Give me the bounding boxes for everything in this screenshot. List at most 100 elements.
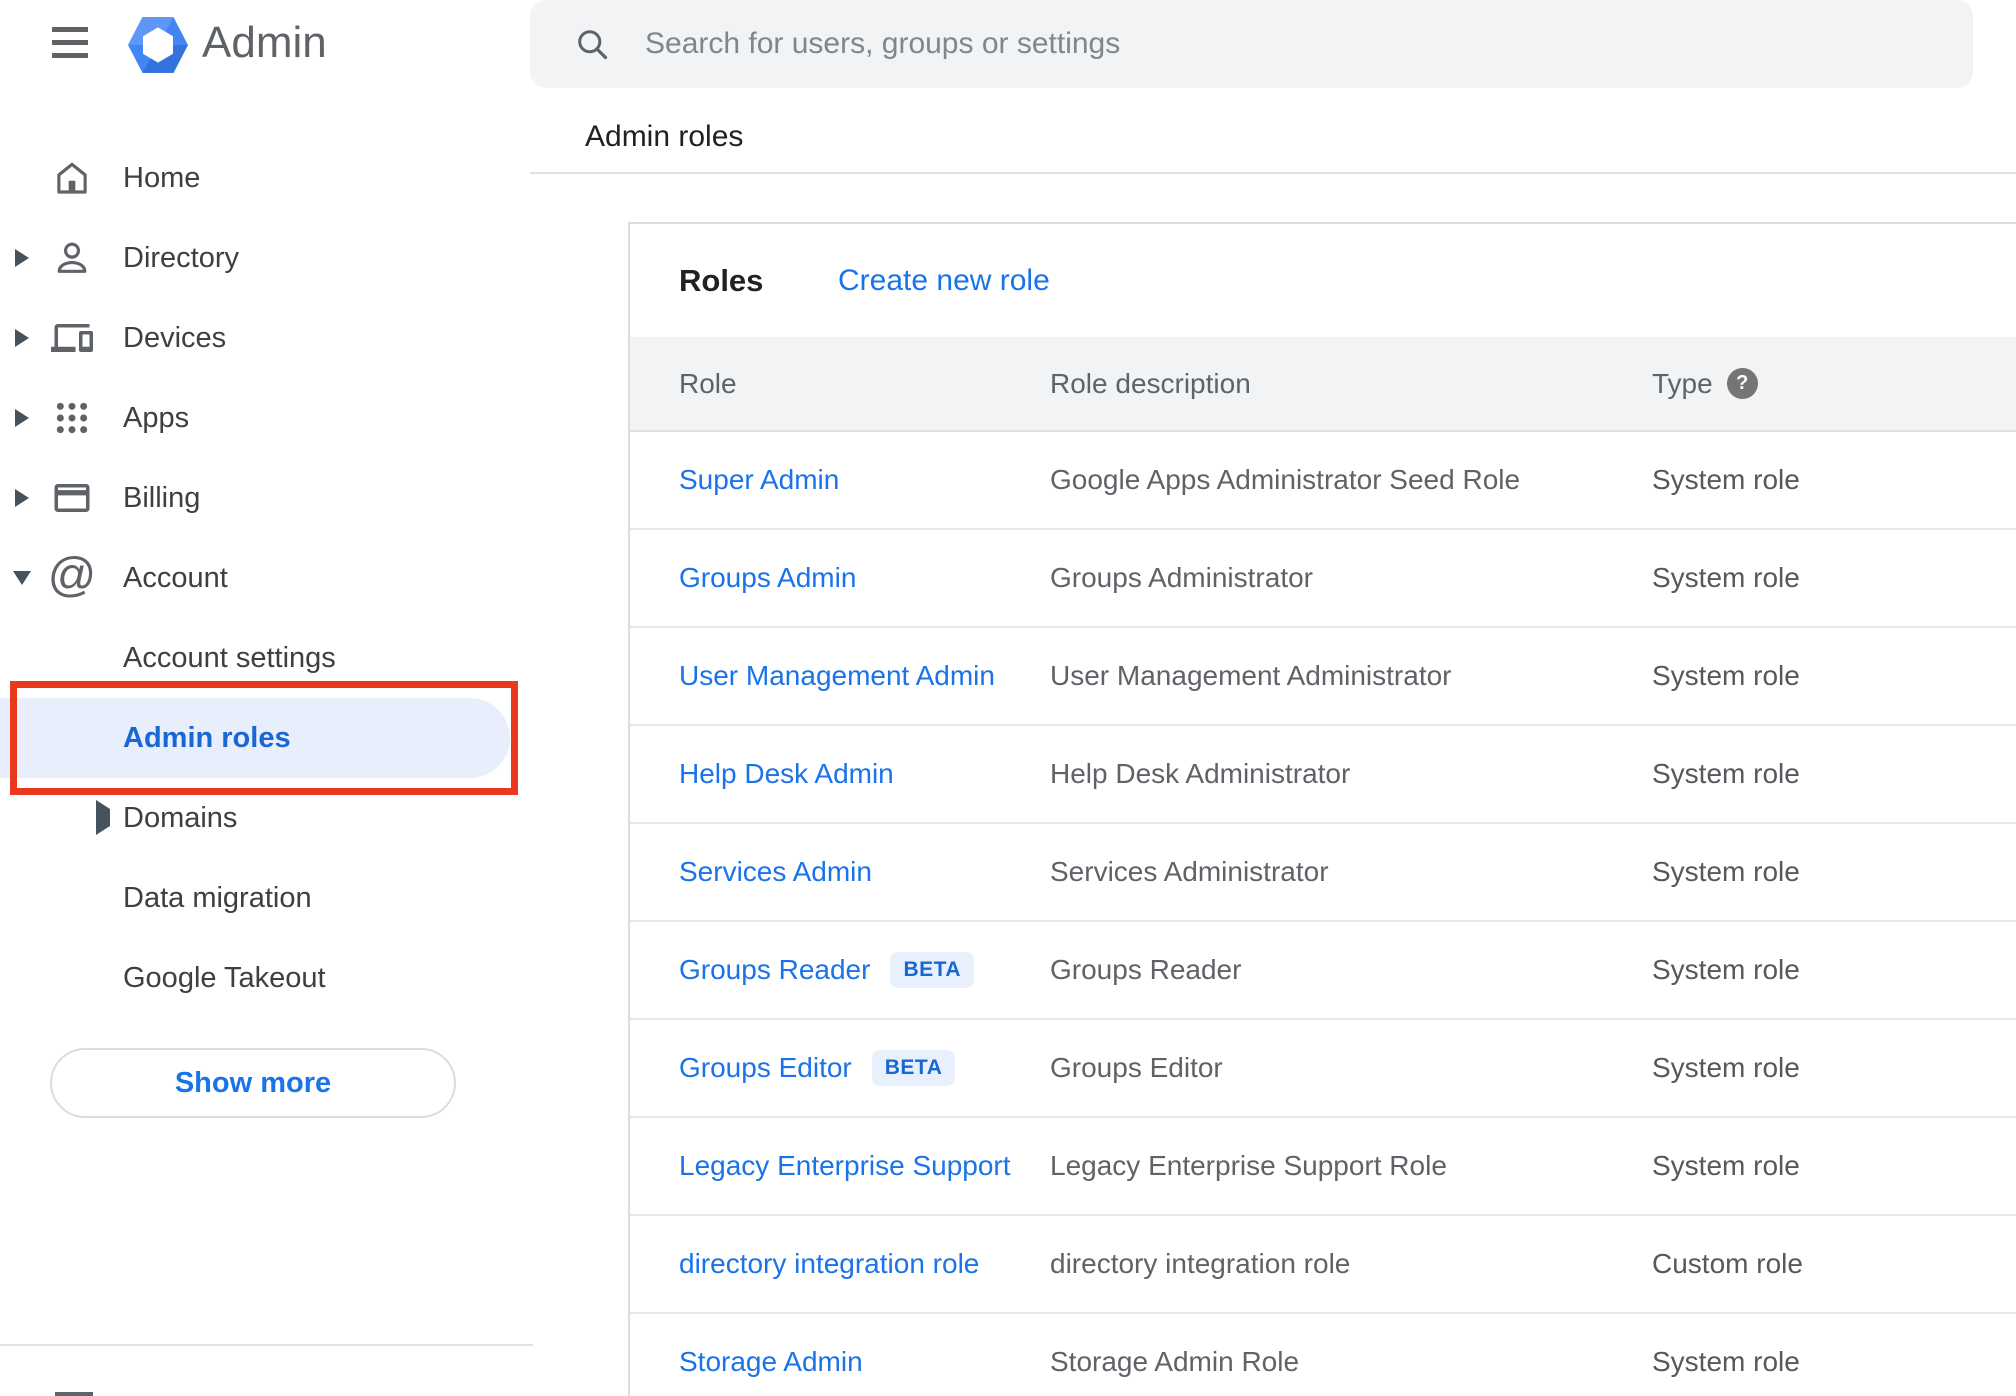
table-row: Groups Admin Groups Administrator System r… <box>630 530 2016 628</box>
role-link[interactable]: Services Admin <box>679 856 872 888</box>
sidebar-nav: Home Directory Devices Apps Billing @ Account A… <box>0 138 533 1018</box>
search-icon <box>574 26 610 67</box>
chevron-right-icon[interactable] <box>0 329 44 347</box>
role-type-cell: System role <box>1652 954 1800 985</box>
chevron-right-icon[interactable] <box>0 409 44 427</box>
apps-grid-icon <box>44 398 100 438</box>
create-new-role-link[interactable]: Create new role <box>838 264 1050 298</box>
role-type-cell: Custom role <box>1652 1248 1803 1279</box>
sidebar-item-apps[interactable]: Apps <box>0 378 533 458</box>
chevron-right-icon[interactable] <box>0 249 44 267</box>
sidebar-subitem-data-migration[interactable]: Data migration <box>0 858 533 938</box>
role-cell: Groups Admin <box>679 562 856 594</box>
chevron-right-icon[interactable] <box>0 489 44 507</box>
column-header-role: Role <box>679 367 737 399</box>
role-cell: directory integration role <box>679 1248 979 1280</box>
role-type-cell: System role <box>1652 1052 1800 1083</box>
sidebar-subitem-label: Domains <box>123 801 238 834</box>
sidebar-item-label: Home <box>123 161 201 194</box>
table-row: Groups Reader BETA Groups Reader System rol… <box>630 922 2016 1020</box>
role-description-cell: Help Desk Administrator <box>1050 758 1351 789</box>
beta-badge: BETA <box>890 952 975 988</box>
sidebar-subitem-google-takeout[interactable]: Google Takeout <box>0 938 533 1018</box>
sidebar-subitem-label: Account settings <box>123 641 336 674</box>
column-header-description: Role description <box>1050 367 1251 399</box>
sidebar-item-home[interactable]: Home <box>0 138 533 218</box>
role-cell: Legacy Enterprise Support <box>679 1150 1011 1182</box>
sidebar-item-account[interactable]: @ Account <box>0 538 533 618</box>
sidebar-item-billing[interactable]: Billing <box>0 458 533 538</box>
role-description-cell: Services Administrator <box>1050 856 1329 887</box>
role-link[interactable]: Help Desk Admin <box>679 758 894 790</box>
role-type-cell: System role <box>1652 464 1800 495</box>
role-description-cell: Groups Reader <box>1050 954 1242 985</box>
sidebar-subitem-label: Admin roles <box>123 721 291 754</box>
role-type-cell: System role <box>1652 856 1800 887</box>
breadcrumb: Admin roles <box>585 120 744 153</box>
table-row: Legacy Enterprise Support Legacy Enterpri… <box>630 1118 2016 1216</box>
home-icon <box>44 157 100 199</box>
role-link[interactable]: Groups Editor <box>679 1052 852 1084</box>
table-row: directory integration role directory inte… <box>630 1216 2016 1314</box>
role-link[interactable]: Groups Admin <box>679 562 856 594</box>
content-divider <box>530 172 2016 174</box>
role-cell: Storage Admin <box>679 1346 863 1378</box>
role-description-cell: Groups Editor <box>1050 1052 1223 1083</box>
table-row: Services Admin Services Administrator Syst… <box>630 824 2016 922</box>
table-row: User Management Admin User Management Adm… <box>630 628 2016 726</box>
sidebar-subitem-label: Google Takeout <box>123 961 326 994</box>
table-body: Super Admin Google Apps Administrator See… <box>630 432 2016 1396</box>
sidebar-item-directory[interactable]: Directory <box>0 218 533 298</box>
credit-card-icon <box>44 477 100 519</box>
panel-title: Roles <box>679 262 764 298</box>
table-row: Help Desk Admin Help Desk Administrator Sy… <box>630 726 2016 824</box>
role-cell: Services Admin <box>679 856 872 888</box>
sidebar-item-label: Directory <box>123 241 240 274</box>
chevron-right-icon[interactable] <box>96 800 110 835</box>
table-row: Groups Editor BETA Groups Editor System rol… <box>630 1020 2016 1118</box>
search-bar[interactable]: Search for users, groups or settings <box>530 0 1973 88</box>
sidebar-item-label: Account <box>123 561 228 594</box>
role-cell: Groups Editor BETA <box>679 1050 956 1086</box>
role-type-cell: System role <box>1652 660 1800 691</box>
role-cell: Groups Reader BETA <box>679 952 975 988</box>
role-link[interactable]: directory integration role <box>679 1248 979 1280</box>
role-cell: User Management Admin <box>679 660 995 692</box>
help-icon[interactable]: ? <box>1726 368 1758 399</box>
role-type-cell: System role <box>1652 758 1800 789</box>
role-description-cell: Google Apps Administrator Seed Role <box>1050 464 1521 495</box>
app-title: Admin <box>202 18 327 67</box>
sidebar-header: Admin <box>0 0 533 90</box>
role-link[interactable]: Super Admin <box>679 464 839 496</box>
sidebar-item-label: Billing <box>123 481 201 514</box>
sidebar-subitem-domains[interactable]: Domains <box>0 778 533 858</box>
role-link[interactable]: Legacy Enterprise Support <box>679 1150 1011 1182</box>
devices-icon <box>44 317 100 359</box>
role-link[interactable]: User Management Admin <box>679 660 995 692</box>
sidebar: Admin Home Directory Devices Apps Billing @ Ac… <box>0 0 533 1396</box>
role-link[interactable]: Storage Admin <box>679 1346 863 1378</box>
partial-footer-icon <box>55 1392 93 1396</box>
role-type-cell: System role <box>1652 562 1800 593</box>
role-cell: Help Desk Admin <box>679 758 894 790</box>
person-icon <box>44 237 100 279</box>
google-admin-console: Admin Home Directory Devices Apps Billing @ Ac… <box>0 0 2016 1396</box>
sidebar-subitem-account-settings[interactable]: Account settings <box>0 618 533 698</box>
roles-panel-header: Roles Create new role <box>630 224 2016 337</box>
sidebar-item-devices[interactable]: Devices <box>0 298 533 378</box>
role-cell: Super Admin <box>679 464 839 496</box>
role-type-cell: System role <box>1652 1346 1800 1377</box>
hamburger-menu-button[interactable] <box>52 27 88 58</box>
column-header-type: Type ? <box>1652 368 1758 400</box>
roles-panel: Roles Create new role Role Role descript… <box>628 222 2016 1396</box>
table-row: Super Admin Google Apps Administrator See… <box>630 432 2016 530</box>
role-link[interactable]: Groups Reader <box>679 954 870 986</box>
sidebar-footer-divider <box>0 1344 533 1346</box>
table-header-row: Role Role description Type ? <box>630 337 2016 432</box>
sidebar-subitem-label: Data migration <box>123 881 312 914</box>
role-type-cell: System role <box>1652 1150 1800 1181</box>
role-description-cell: Storage Admin Role <box>1050 1346 1300 1377</box>
role-description-cell: User Management Administrator <box>1050 660 1452 691</box>
show-more-button[interactable]: Show more <box>50 1048 456 1118</box>
chevron-down-icon[interactable] <box>0 571 44 585</box>
